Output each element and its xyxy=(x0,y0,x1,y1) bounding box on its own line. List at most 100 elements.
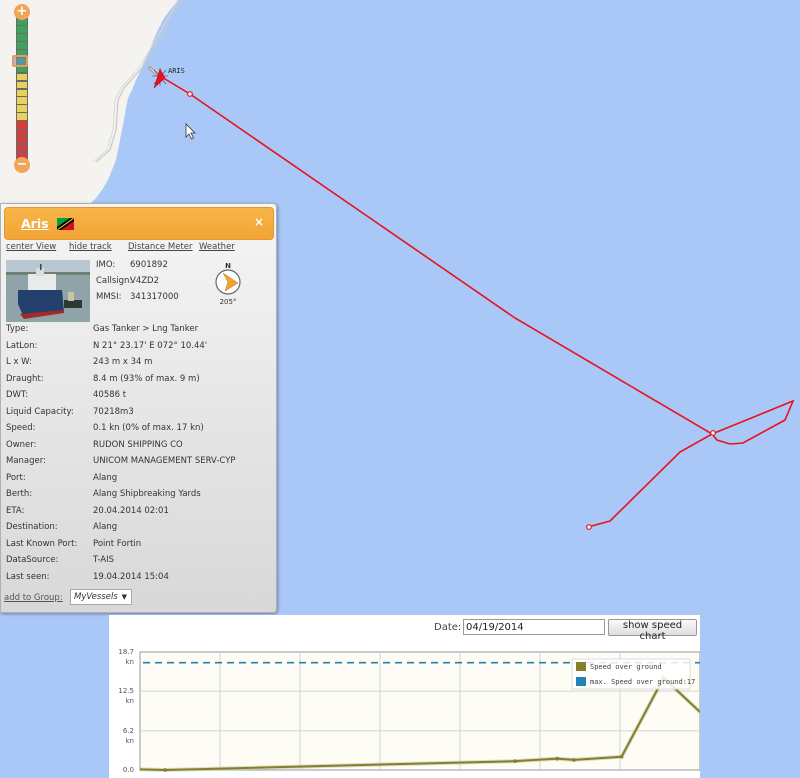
zoom-level-step[interactable] xyxy=(17,121,27,128)
detail-value: 70218m3 xyxy=(93,406,134,417)
detail-label: ETA: xyxy=(6,505,25,516)
zoom-slider-track[interactable] xyxy=(16,18,28,160)
track-point-marker[interactable] xyxy=(187,91,193,97)
zoom-level-step[interactable] xyxy=(17,26,27,33)
detail-row: ETA: 20.04.2014 02:01 xyxy=(6,506,274,520)
zoom-level-step[interactable] xyxy=(17,42,27,49)
close-icon[interactable]: × xyxy=(254,215,264,229)
vessel-name-link[interactable]: Aris xyxy=(21,216,49,231)
detail-row: DataSource: T-AIS xyxy=(6,555,274,569)
legend-label: max. Speed over ground:17 kn xyxy=(590,678,700,686)
detail-row: Speed: 0.1 kn (0% of max. 17 kn) xyxy=(6,423,274,437)
zoom-level-step[interactable] xyxy=(17,65,27,73)
zoom-level-step[interactable] xyxy=(17,144,27,152)
y-tick-unit: kn xyxy=(126,658,135,666)
zoom-level-step[interactable] xyxy=(17,97,27,104)
detail-row: Manager: UNICOM MANAGEMENT SERV-CYP xyxy=(6,456,274,470)
detail-label: DWT: xyxy=(6,390,29,400)
zoom-level-step[interactable] xyxy=(17,136,27,144)
track-point-marker[interactable] xyxy=(586,524,592,530)
zoom-level-step[interactable] xyxy=(17,81,27,89)
zoom-level-step[interactable] xyxy=(17,34,27,41)
add-to-group-link[interactable]: add to Group: xyxy=(4,593,63,603)
zoom-level-step[interactable] xyxy=(17,128,27,136)
detail-value: T-AIS xyxy=(93,555,115,565)
center-view-link[interactable]: center View xyxy=(6,242,56,252)
zoom-out-button[interactable]: − xyxy=(14,157,30,173)
detail-value: RUDON SHIPPING CO xyxy=(93,439,183,450)
detail-label: L x W: xyxy=(6,357,32,367)
detail-row: Last Known Port: Point Fortin xyxy=(6,539,274,553)
detail-row: Draught: 8.4 m (93% of max. 9 m) xyxy=(6,374,274,388)
detail-value: UNICOM MANAGEMENT SERV-CYP xyxy=(93,456,236,466)
weather-link[interactable]: Weather xyxy=(199,242,235,252)
detail-row: Berth: Alang Shipbreaking Yards xyxy=(6,489,274,503)
zoom-control: + − xyxy=(12,4,30,173)
track-point-marker[interactable] xyxy=(710,430,716,436)
group-selected-value: MyVessels xyxy=(74,592,118,602)
y-tick-label: 12.5 xyxy=(118,687,134,695)
detail-value: 40586 t xyxy=(93,390,127,400)
speed-data-point[interactable] xyxy=(572,758,576,762)
detail-label: Owner: xyxy=(6,439,37,450)
detail-label: Last seen: xyxy=(6,571,50,582)
detail-row: Destination: Alang xyxy=(6,522,274,536)
detail-value: N 21° 23.17' E 072° 10.44' xyxy=(93,340,208,351)
detail-value: 19.04.2014 15:04 xyxy=(93,571,169,582)
speed-chart-panel: Date: show speed chart 18.7 kn 12.5 kn 6.2 kn… xyxy=(109,615,700,778)
speed-data-point[interactable] xyxy=(555,756,559,761)
date-input[interactable] xyxy=(463,619,605,635)
y-tick-label: 18.7 xyxy=(118,648,134,656)
detail-value: Gas Tanker > Lng Tanker xyxy=(93,324,199,334)
legend-label: Speed over ground xyxy=(590,663,662,671)
detail-label: Speed: xyxy=(6,423,36,433)
detail-value: 243 m x 34 m xyxy=(93,357,153,367)
vessel-photo[interactable] xyxy=(6,260,90,322)
detail-row: L x W: 243 m x 34 m xyxy=(6,357,274,371)
speed-data-point[interactable] xyxy=(163,768,167,772)
zoom-slider-handle[interactable] xyxy=(12,54,28,67)
panel-action-links: center View hide track Distance Meter We… xyxy=(6,242,274,254)
chevron-down-icon: ▼ xyxy=(121,593,127,601)
mmsi-label: MMSI: xyxy=(96,292,122,302)
zoom-level-step[interactable] xyxy=(17,113,27,120)
show-speed-chart-button[interactable]: show speed chart xyxy=(608,619,697,642)
distance-meter-link[interactable]: Distance Meter xyxy=(128,242,193,252)
zoom-in-button[interactable]: + xyxy=(14,4,30,20)
detail-value: 0.1 kn (0% of max. 17 kn) xyxy=(93,423,204,433)
y-tick-unit: kn xyxy=(126,737,135,745)
compass-north-label: N xyxy=(225,262,231,270)
detail-value: Point Fortin xyxy=(93,538,142,549)
heading-compass-icon: N 205° xyxy=(215,262,241,306)
detail-value: 20.04.2014 02:01 xyxy=(93,505,169,516)
hide-track-link[interactable]: hide track xyxy=(69,242,112,252)
detail-row: Owner: RUDON SHIPPING CO xyxy=(6,440,274,454)
detail-row: Port: Alang xyxy=(6,473,274,487)
detail-row: DWT: 40586 t xyxy=(6,390,274,404)
panel-header: Aris × xyxy=(4,207,274,240)
detail-row: LatLon: N 21° 23.17' E 072° 10.44' xyxy=(6,341,274,355)
zoom-level-step[interactable] xyxy=(17,89,27,97)
zoom-level-step[interactable] xyxy=(17,105,27,112)
detail-label: Port: xyxy=(6,472,26,483)
detail-value: Alang Shipbreaking Yards xyxy=(93,489,201,499)
detail-row: Liquid Capacity: 70218m3 xyxy=(6,407,274,421)
detail-label: Draught: xyxy=(6,373,44,384)
vessel-label: ARIS xyxy=(168,67,185,75)
legend-swatch xyxy=(576,677,586,686)
group-select[interactable]: MyVessels ▼ xyxy=(70,589,132,605)
zoom-level-step[interactable] xyxy=(17,73,27,81)
speed-data-point[interactable] xyxy=(619,754,624,759)
detail-label: Destination: xyxy=(6,522,58,532)
speed-chart: 18.7 kn 12.5 kn 6.2 kn 0.0 Speed over ground max… xyxy=(118,648,700,774)
callsign-label: Callsign: xyxy=(96,276,133,286)
flag-icon xyxy=(57,218,74,230)
y-tick-label: 6.2 xyxy=(123,727,134,735)
detail-label: Manager: xyxy=(6,456,46,466)
detail-row: Type: Gas Tanker > Lng Tanker xyxy=(6,324,274,338)
imo-value: 6901892 xyxy=(130,260,168,270)
date-label: Date: xyxy=(434,622,462,633)
detail-label: Last Known Port: xyxy=(6,538,78,549)
mmsi-value: 341317000 xyxy=(130,292,179,302)
speed-data-point[interactable] xyxy=(513,759,517,763)
